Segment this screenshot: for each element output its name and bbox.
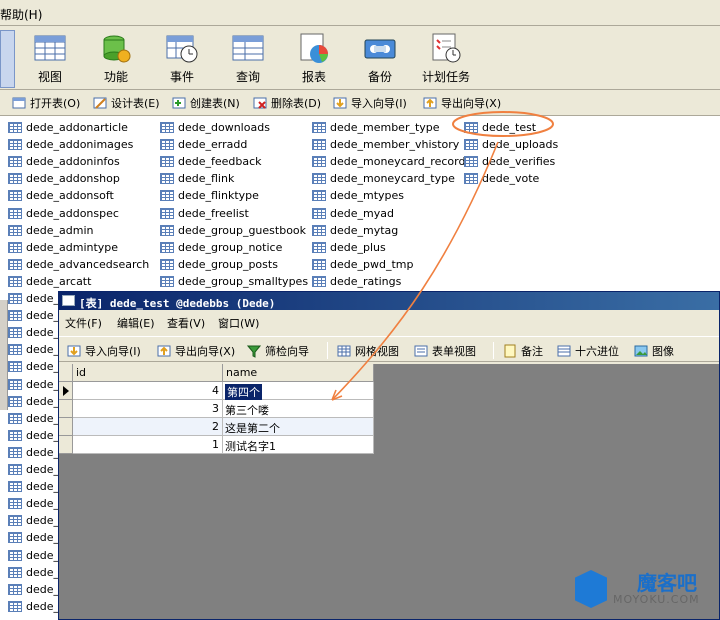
watermark-url: MOYOKU.COM: [613, 593, 700, 606]
watermark-logo-icon: [575, 570, 607, 608]
watermark-logo: 魔客吧 MOYOKU.COM: [575, 565, 720, 620]
watermark-brand: 魔客吧: [637, 571, 697, 595]
annotation-arrow: [331, 141, 499, 401]
